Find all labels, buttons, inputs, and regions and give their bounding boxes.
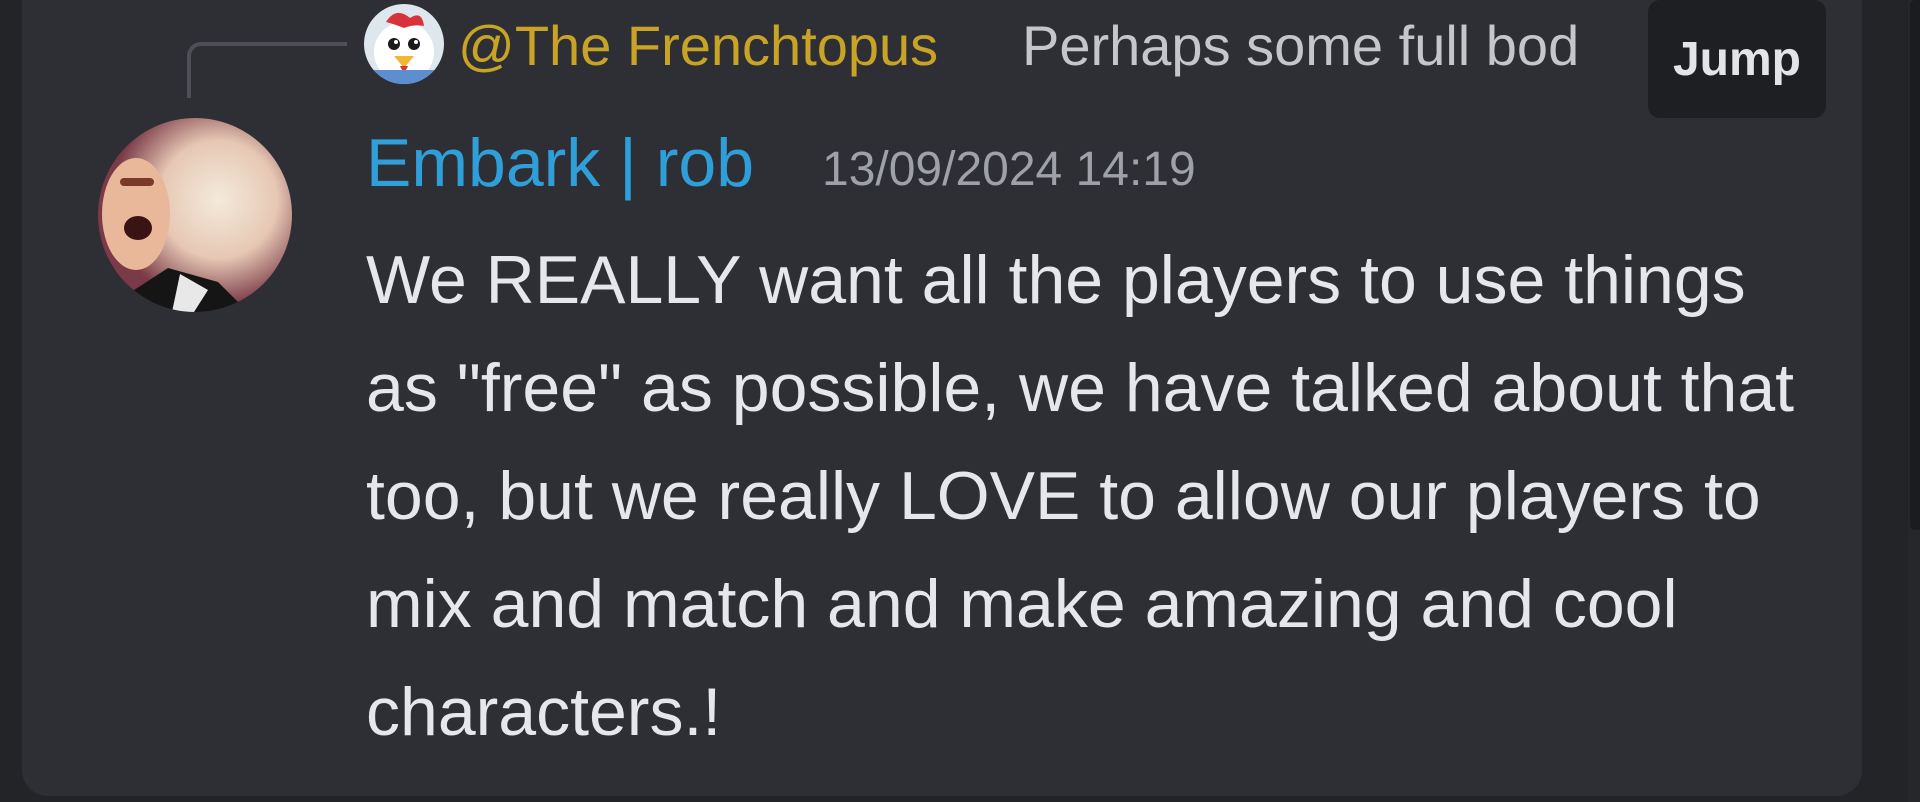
reply-connector [187,42,347,98]
reply-author-avatar[interactable] [364,4,444,84]
user-avatar[interactable] [98,118,292,312]
chicken-avatar-icon [364,4,444,84]
scrollbar-track[interactable] [1908,0,1920,802]
user-avatar-photo [98,118,292,312]
reply-preview-text[interactable]: Perhaps some full bod [1022,12,1672,80]
message-content: We REALLY want all the players to use th… [366,242,1795,750]
scrollbar-thumb[interactable] [1910,0,1920,530]
message-username[interactable]: Embark | rob [366,124,754,202]
reply-author-name[interactable]: @The Frenchtopus [458,12,938,80]
jump-tooltip[interactable]: Jump [1648,0,1826,118]
message-timestamp[interactable]: 13/09/2024 14:19 [822,140,1196,200]
